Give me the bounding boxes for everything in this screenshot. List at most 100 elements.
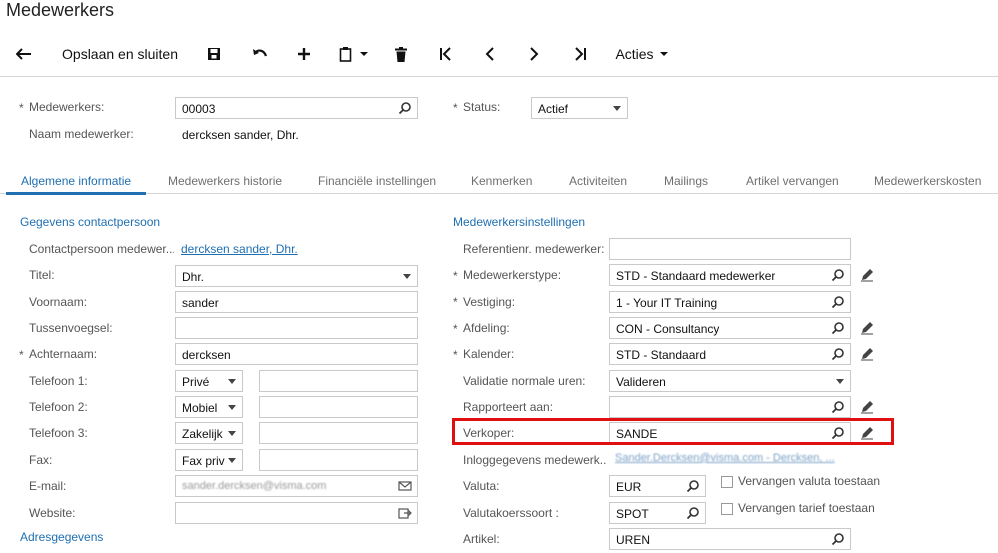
- pencil-icon[interactable]: [860, 321, 874, 335]
- toolbar: Opslaan en sluiten Acties: [0, 38, 998, 72]
- department-value: CON - Consultancy: [616, 322, 720, 336]
- login-details-link[interactable]: Sander.Dercksen@visma.com - Dercksen, ..…: [615, 452, 835, 464]
- search-icon[interactable]: [831, 321, 845, 335]
- tab-mailings[interactable]: Mailings: [664, 174, 708, 188]
- delete-button[interactable]: [387, 38, 415, 70]
- required-marker: *: [19, 348, 24, 362]
- search-icon[interactable]: [831, 400, 845, 414]
- search-icon[interactable]: [831, 268, 845, 282]
- next-record-button[interactable]: [520, 38, 548, 70]
- reports-to-input[interactable]: [609, 396, 851, 418]
- search-icon[interactable]: [686, 479, 700, 493]
- chevron-down-icon: [613, 106, 621, 111]
- pencil-icon[interactable]: [860, 347, 874, 361]
- branch-label: Vestiging:: [463, 295, 516, 309]
- title-select[interactable]: Dhr.: [175, 265, 418, 287]
- undo-icon: [253, 49, 268, 57]
- fax-label: Fax:: [29, 453, 53, 467]
- phone2-type-select[interactable]: Mobiel: [175, 396, 243, 418]
- article-input[interactable]: UREN: [609, 528, 851, 550]
- required-marker: *: [19, 101, 24, 115]
- currency-override-checkbox[interactable]: [721, 476, 733, 488]
- save-button[interactable]: [200, 38, 228, 70]
- middle-name-input[interactable]: [175, 317, 418, 339]
- currency-input[interactable]: EUR: [609, 475, 706, 497]
- lastname-input[interactable]: dercksen: [175, 343, 418, 365]
- plus-icon: [298, 48, 310, 60]
- employee-name-label: Naam medewerker:: [29, 127, 134, 141]
- tab-financial-settings[interactable]: Financiële instellingen: [318, 174, 436, 188]
- save-and-close-button[interactable]: Opslaan en sluiten: [56, 38, 184, 70]
- external-link-icon[interactable]: [398, 506, 412, 520]
- search-icon[interactable]: [398, 101, 412, 115]
- phone3-type-select[interactable]: Zakelijk: [175, 422, 243, 444]
- branch-input[interactable]: 1 - Your IT Training: [609, 291, 851, 313]
- tab-employee-history[interactable]: Medewerkers historie: [168, 174, 282, 188]
- phone1-type-select[interactable]: Privé: [175, 370, 243, 392]
- fax-type-select[interactable]: Fax priv: [175, 449, 243, 471]
- pencil-icon[interactable]: [860, 268, 874, 282]
- login-details-label: Inloggegevens medewerk...: [463, 453, 606, 467]
- calendar-input[interactable]: STD - Standaard: [609, 343, 851, 365]
- hours-validation-select[interactable]: Valideren: [609, 370, 851, 392]
- phone3-type-value: Zakelijk: [182, 427, 223, 441]
- envelope-icon[interactable]: [398, 479, 412, 493]
- fax-input[interactable]: [259, 449, 418, 471]
- search-icon[interactable]: [831, 532, 845, 546]
- copy-paste-menu-button[interactable]: [334, 38, 374, 70]
- required-marker: *: [453, 269, 458, 283]
- email-label: E-mail:: [29, 479, 67, 493]
- search-icon[interactable]: [831, 347, 845, 361]
- currency-override-label: Vervangen valuta toestaan: [738, 474, 881, 488]
- lastname-label: Achternaam:: [29, 347, 98, 361]
- department-label: Afdeling:: [463, 321, 510, 335]
- phone1-type-value: Privé: [182, 375, 210, 389]
- phone3-label: Telefoon 3:: [29, 426, 88, 440]
- actions-menu-button[interactable]: Acties: [612, 38, 672, 70]
- tab-general-info[interactable]: Algemene informatie: [21, 174, 131, 188]
- rate-type-input[interactable]: SPOT: [609, 502, 706, 524]
- website-input[interactable]: [175, 502, 418, 524]
- article-value: UREN: [616, 533, 651, 547]
- employee-settings-section-title: Medewerkersinstellingen: [453, 215, 586, 229]
- phone3-input[interactable]: [259, 422, 418, 444]
- chevron-down-icon: [228, 458, 236, 463]
- previous-record-button[interactable]: [476, 38, 504, 70]
- clipboard-icon: [339, 47, 352, 62]
- hours-validation-label: Validatie normale uren:: [463, 374, 586, 388]
- tab-employee-costs[interactable]: Medewerkerskosten: [874, 174, 981, 188]
- undo-button[interactable]: [246, 38, 274, 70]
- email-input[interactable]: sander.dercksen@visma.com: [175, 475, 418, 497]
- last-record-button[interactable]: [566, 38, 594, 70]
- status-select[interactable]: Actief: [531, 97, 628, 119]
- required-marker: *: [453, 348, 458, 362]
- calendar-label: Kalender:: [463, 347, 515, 361]
- title-label: Titel:: [29, 268, 55, 282]
- firstname-input[interactable]: sander: [175, 291, 418, 313]
- reference-number-input[interactable]: [609, 238, 851, 260]
- tab-attributes[interactable]: Kenmerken: [471, 174, 532, 188]
- title-value: Dhr.: [182, 270, 205, 284]
- search-icon[interactable]: [686, 506, 700, 520]
- phone2-label: Telefoon 2:: [29, 400, 88, 414]
- calendar-value: STD - Standaard: [616, 348, 707, 362]
- add-button[interactable]: [290, 38, 318, 70]
- search-icon[interactable]: [831, 295, 845, 309]
- phone2-input[interactable]: [259, 396, 418, 418]
- fax-type-value: Fax priv: [182, 454, 225, 468]
- active-tab-indicator: [6, 192, 146, 195]
- reports-to-label: Rapporteert aan:: [463, 400, 554, 414]
- rate-override-checkbox[interactable]: [721, 503, 733, 515]
- tab-item-replace[interactable]: Artikel vervangen: [746, 174, 839, 188]
- required-marker: *: [453, 295, 458, 309]
- back-button[interactable]: [10, 38, 38, 70]
- employee-type-input[interactable]: STD - Standaard medewerker: [609, 264, 851, 286]
- department-input[interactable]: CON - Consultancy: [609, 317, 851, 339]
- first-record-button[interactable]: [432, 38, 460, 70]
- contact-person-link[interactable]: dercksen sander, Dhr.: [181, 242, 298, 256]
- pencil-icon[interactable]: [860, 400, 874, 414]
- phone1-input[interactable]: [259, 370, 418, 392]
- employee-id-input[interactable]: 00003: [175, 97, 418, 119]
- tab-activities[interactable]: Activiteiten: [569, 174, 627, 188]
- reference-number-label: Referentienr. medewerker:: [463, 242, 605, 256]
